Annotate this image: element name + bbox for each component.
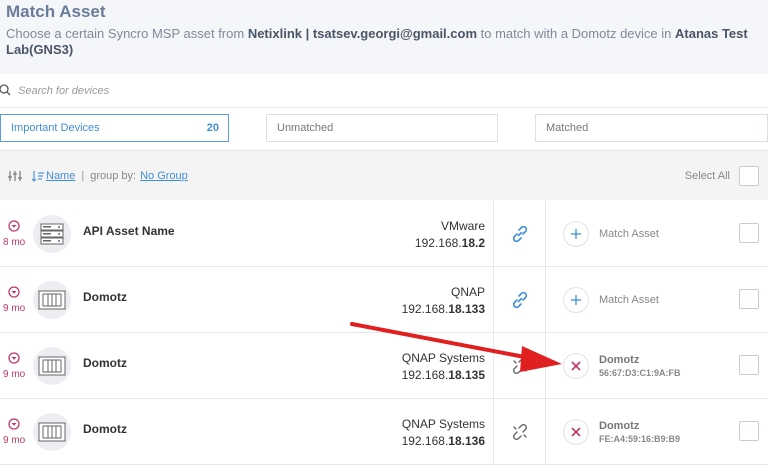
matched-device-name: Domotz	[599, 420, 640, 432]
server-icon	[33, 215, 71, 253]
matched-device-mac: FE:A4:59:16:B9:B9	[599, 434, 681, 444]
asset-name: Domotz	[83, 356, 127, 370]
asset-name: Domotz	[83, 422, 127, 436]
row-checkbox[interactable]	[739, 421, 759, 441]
row-checkbox[interactable]	[739, 289, 759, 309]
match-asset-label[interactable]: Match Asset	[599, 228, 659, 240]
tab-important-devices[interactable]: Important Devices 20	[0, 114, 229, 142]
search-icon	[0, 83, 14, 99]
table-row: 8 mo API Asset Name VMware 192.168.18.2 …	[0, 201, 768, 267]
asset-ip: 192.168.18.135	[401, 368, 485, 382]
alert-dropdown-icon[interactable]	[8, 351, 20, 364]
matched-device-name: Domotz	[599, 354, 640, 366]
important-count: 20	[206, 122, 219, 134]
select-all-label: Select All	[684, 169, 730, 182]
link-icon[interactable]	[493, 201, 546, 267]
asset-vendor: QNAP Systems	[401, 417, 485, 431]
asset-ip: 192.168.18.136	[401, 434, 485, 448]
table-row: 9 mo Domotz QNAP Systems 192.168.18.136 …	[0, 399, 768, 465]
nas-icon	[33, 281, 71, 319]
asset-age: 9 mo	[3, 303, 26, 314]
asset-info: 9 mo Domotz QNAP 192.168.18.133	[0, 267, 492, 333]
row-checkbox[interactable]	[739, 223, 759, 243]
row-checkbox[interactable]	[739, 355, 759, 375]
asset-age: 8 mo	[3, 237, 26, 248]
page-title: Match Asset	[6, 2, 106, 21]
match-cell: Domotz FE:A4:59:16:B9:B9	[548, 399, 768, 465]
asset-age: 9 mo	[3, 369, 26, 380]
matched-device-mac: 56:67:D3:C1:9A:FB	[599, 368, 681, 378]
page-header: Match Asset Choose a certain Syncro MSP …	[0, 0, 768, 74]
table-row: 9 mo Domotz QNAP 192.168.18.133 Match As…	[0, 267, 768, 333]
asset-info: 9 mo Domotz QNAP Systems 192.168.18.135	[0, 333, 492, 399]
tab-matched[interactable]: Matched	[535, 114, 768, 142]
search-bar	[0, 74, 768, 108]
group-by-link[interactable]: No Group	[140, 170, 188, 182]
unlink-icon[interactable]	[493, 399, 546, 465]
tab-unmatched[interactable]: Unmatched	[266, 114, 498, 142]
asset-ip: 192.168.18.133	[401, 302, 485, 316]
asset-name: API Asset Name	[83, 224, 175, 238]
asset-info: 9 mo Domotz QNAP Systems 192.168.18.136	[0, 399, 492, 465]
nas-icon	[33, 347, 71, 385]
page-description: Choose a certain Syncro MSP asset from N…	[6, 26, 748, 57]
asset-vendor: VMware	[440, 219, 485, 233]
asset-vendor: QNAP Systems	[401, 351, 485, 365]
link-icon[interactable]	[493, 267, 546, 333]
sort-icon[interactable]	[32, 170, 44, 182]
asset-list: 8 mo API Asset Name VMware 192.168.18.2 …	[0, 201, 768, 465]
sort-by-name-link[interactable]: Name	[46, 170, 75, 182]
list-toolbar: Name | group by: No Group Select All	[0, 150, 768, 200]
add-match-button[interactable]	[563, 221, 589, 247]
nas-icon	[33, 413, 71, 451]
alert-dropdown-icon[interactable]	[8, 219, 20, 232]
table-row: 9 mo Domotz QNAP Systems 192.168.18.135 …	[0, 333, 768, 399]
unlink-icon[interactable]	[493, 333, 546, 399]
asset-vendor: QNAP	[450, 285, 485, 299]
remove-match-button[interactable]	[563, 419, 589, 445]
alert-dropdown-icon[interactable]	[8, 285, 20, 298]
asset-info: 8 mo API Asset Name VMware 192.168.18.2	[0, 201, 492, 267]
source-name: Netixlink | tsatsev.georgi@gmail.com	[247, 26, 478, 41]
filter-tabs: Important Devices 20 Unmatched Matched	[0, 114, 768, 144]
asset-name: Domotz	[83, 290, 127, 304]
alert-dropdown-icon[interactable]	[8, 417, 20, 430]
asset-age: 9 mo	[3, 435, 26, 446]
add-match-button[interactable]	[563, 287, 589, 313]
search-input[interactable]	[18, 84, 318, 97]
asset-ip: 192.168.18.2	[414, 236, 485, 250]
match-asset-label[interactable]: Match Asset	[599, 294, 659, 306]
match-cell: Domotz 56:67:D3:C1:9A:FB	[548, 333, 768, 399]
remove-match-button[interactable]	[563, 353, 589, 379]
match-cell: Match Asset	[548, 267, 768, 333]
select-all-checkbox[interactable]	[739, 166, 759, 186]
filter-sliders-icon[interactable]	[8, 170, 22, 182]
match-cell: Match Asset	[548, 201, 768, 267]
group-by-label: group by:	[90, 169, 137, 182]
